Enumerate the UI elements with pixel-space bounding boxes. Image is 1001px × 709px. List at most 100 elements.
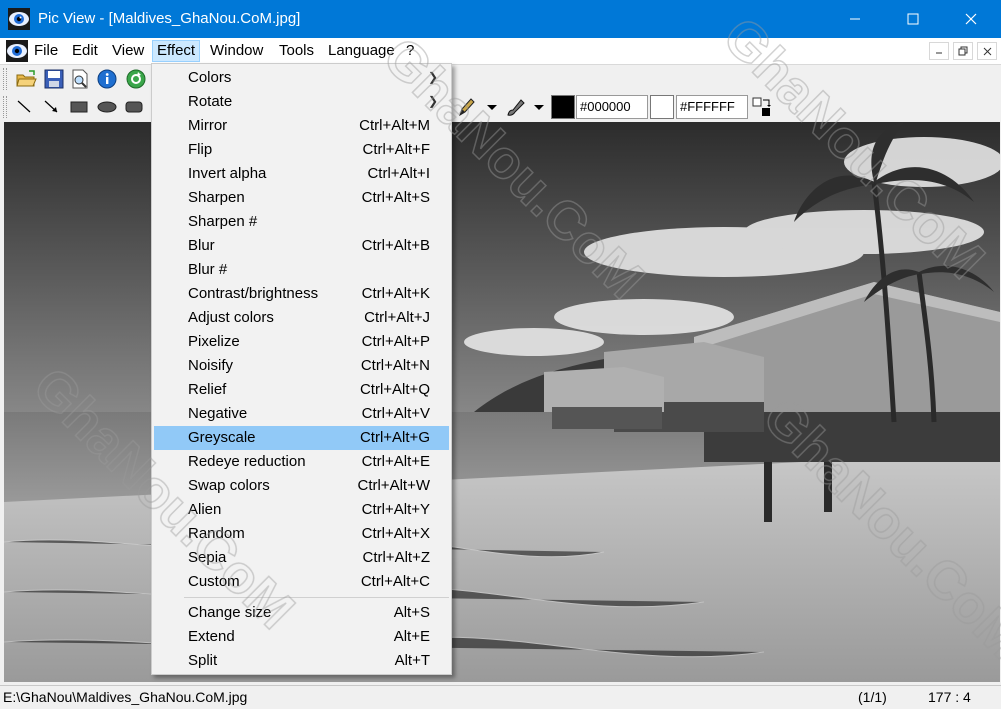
brush-tool-icon[interactable] bbox=[505, 96, 527, 118]
menu-item-pixelize[interactable]: Pixelize Ctrl+Alt+P bbox=[154, 330, 449, 354]
menu-edit[interactable]: Edit bbox=[68, 40, 102, 62]
menu-item-shortcut: Ctrl+Alt+C bbox=[360, 573, 430, 590]
menu-item-label: Mirror bbox=[188, 117, 228, 134]
close-button[interactable] bbox=[942, 0, 1000, 38]
toolbar-grip[interactable] bbox=[3, 68, 7, 90]
toolbar-grip[interactable] bbox=[3, 96, 7, 118]
menu-item-label: Redeye reduction bbox=[188, 453, 306, 470]
menu-item-label: Custom bbox=[188, 573, 240, 590]
status-bar: E:\GhaNou\Maldives_GhaNou.CoM.jpg (1/1) … bbox=[0, 685, 1001, 709]
menu-item-alien[interactable]: Alien Ctrl+Alt+Y bbox=[154, 498, 449, 522]
menu-item-change-size[interactable]: Change size Alt+S bbox=[154, 601, 449, 625]
pen-dropdown-chevron-icon[interactable] bbox=[481, 96, 503, 118]
menu-item-label: Rotate bbox=[188, 93, 233, 110]
background-color-swatch[interactable] bbox=[650, 95, 674, 119]
menu-item-sepia[interactable]: Sepia Ctrl+Alt+Z bbox=[154, 546, 449, 570]
menu-item-shortcut: Ctrl+Alt+G bbox=[359, 429, 430, 446]
minimize-icon bbox=[850, 18, 860, 20]
menu-item-shortcut: Ctrl+Alt+E bbox=[361, 453, 430, 470]
refresh-icon[interactable] bbox=[125, 68, 147, 90]
menu-item-extend[interactable]: Extend Alt+E bbox=[154, 625, 449, 649]
menu-item-negative[interactable]: Negative Ctrl+Alt+V bbox=[154, 402, 449, 426]
document-eye-icon[interactable] bbox=[6, 40, 28, 62]
menu-item-contrast-brightness[interactable]: Contrast/brightness Ctrl+Alt+K bbox=[154, 282, 449, 306]
foreground-color-swatch[interactable] bbox=[551, 95, 575, 119]
menu-item-redeye-reduction[interactable]: Redeye reduction Ctrl+Alt+E bbox=[154, 450, 449, 474]
menu-item-noisify[interactable]: Noisify Ctrl+Alt+N bbox=[154, 354, 449, 378]
ellipse-tool-icon[interactable] bbox=[96, 96, 118, 118]
status-file-path: E:\GhaNou\Maldives_GhaNou.CoM.jpg bbox=[3, 689, 248, 705]
maximize-icon bbox=[907, 13, 919, 25]
menu-item-label: Alien bbox=[188, 501, 222, 518]
minimize-button[interactable] bbox=[826, 0, 884, 38]
line-tool-icon[interactable] bbox=[14, 96, 36, 118]
info-icon[interactable] bbox=[96, 68, 118, 90]
menu-item-random[interactable]: Random Ctrl+Alt+X bbox=[154, 522, 449, 546]
menu-item-adjust-colors[interactable]: Adjust colors Ctrl+Alt+J bbox=[154, 306, 449, 330]
rounded-rect-tool-icon[interactable] bbox=[123, 96, 145, 118]
menu-item-label: Swap colors bbox=[188, 477, 270, 494]
menu-item-shortcut: Ctrl+Alt+Z bbox=[362, 549, 430, 566]
menu-separator bbox=[184, 597, 449, 598]
menu-item-label: Change size bbox=[188, 604, 272, 621]
menu-item-sharpen[interactable]: Sharpen Ctrl+Alt+S bbox=[154, 186, 449, 210]
close-icon bbox=[965, 13, 977, 25]
print-preview-icon[interactable] bbox=[69, 68, 91, 90]
background-color-field[interactable]: #FFFFFF bbox=[676, 95, 748, 119]
mdi-restore-button[interactable] bbox=[953, 42, 973, 60]
menu-item-label: Relief bbox=[188, 381, 227, 398]
menu-effect[interactable]: Effect bbox=[152, 40, 201, 62]
arrow-tool-icon[interactable] bbox=[41, 96, 63, 118]
menu-item-flip[interactable]: Flip Ctrl+Alt+F bbox=[154, 138, 449, 162]
menu-item-shortcut: Ctrl+Alt+B bbox=[361, 237, 430, 254]
menu-item-shortcut: Alt+S bbox=[393, 604, 430, 621]
mdi-close-button[interactable] bbox=[977, 42, 997, 60]
rectangle-tool-icon[interactable] bbox=[68, 96, 90, 118]
menu-item-label: Sepia bbox=[188, 549, 227, 566]
menu-item-relief[interactable]: Relief Ctrl+Alt+Q bbox=[154, 378, 449, 402]
menu-item-shortcut: Ctrl+Alt+X bbox=[361, 525, 430, 542]
submenu-arrow-icon: ❯ bbox=[427, 70, 438, 84]
menu-window[interactable]: Window bbox=[206, 40, 267, 62]
save-icon[interactable] bbox=[43, 68, 65, 90]
menu-item-label: Sharpen # bbox=[188, 213, 258, 230]
menu-item-label: Blur # bbox=[188, 261, 228, 278]
effect-menu-dropdown: Colors ❯ Rotate ❯ Mirror Ctrl+Alt+M Flip… bbox=[151, 63, 452, 675]
status-page-count: (1/1) bbox=[858, 689, 887, 705]
menu-item-custom[interactable]: Custom Ctrl+Alt+C bbox=[154, 570, 449, 594]
mdi-minimize-button[interactable] bbox=[929, 42, 949, 60]
menu-item-swap-colors[interactable]: Swap colors Ctrl+Alt+W bbox=[154, 474, 449, 498]
menu-bar: File Edit View Effect Window Tools Langu… bbox=[0, 38, 1001, 64]
menu-item-shortcut: Ctrl+Alt+F bbox=[362, 141, 430, 158]
menu-item-mirror[interactable]: Mirror Ctrl+Alt+M bbox=[154, 114, 449, 138]
menu-item-colors[interactable]: Colors ❯ bbox=[154, 66, 449, 90]
menu-item-sharpen-custom[interactable]: Sharpen # bbox=[154, 210, 449, 234]
foreground-color-field[interactable]: #000000 bbox=[576, 95, 648, 119]
maximize-button[interactable] bbox=[884, 0, 942, 38]
menu-file[interactable]: File bbox=[30, 40, 62, 62]
menu-item-rotate[interactable]: Rotate ❯ bbox=[154, 90, 449, 114]
menu-item-split[interactable]: Split Alt+T bbox=[154, 649, 449, 673]
menu-item-label: Colors bbox=[188, 69, 232, 86]
menu-item-blur-custom[interactable]: Blur # bbox=[154, 258, 449, 282]
menu-item-label: Greyscale bbox=[188, 429, 256, 446]
menu-language[interactable]: Language bbox=[324, 40, 399, 62]
title-bar: Pic View - [Maldives_GhaNou.CoM.jpg] bbox=[0, 0, 1001, 38]
menu-view[interactable]: View bbox=[108, 40, 148, 62]
menu-tools[interactable]: Tools bbox=[275, 40, 318, 62]
menu-item-shortcut: Ctrl+Alt+J bbox=[364, 309, 430, 326]
open-folder-icon[interactable] bbox=[15, 68, 37, 90]
pen-tool-icon[interactable] bbox=[455, 96, 477, 118]
menu-help[interactable]: ? bbox=[402, 40, 418, 62]
menu-item-shortcut: Ctrl+Alt+I bbox=[367, 165, 430, 182]
restore-icon bbox=[958, 46, 968, 56]
app-eye-icon bbox=[8, 8, 30, 30]
minimize-icon bbox=[936, 52, 942, 54]
menu-item-greyscale[interactable]: Greyscale Ctrl+Alt+G bbox=[154, 426, 449, 450]
swap-colors-icon[interactable] bbox=[751, 96, 773, 118]
menu-item-invert-alpha[interactable]: Invert alpha Ctrl+Alt+I bbox=[154, 162, 449, 186]
menu-item-shortcut: Ctrl+Alt+V bbox=[361, 405, 430, 422]
menu-item-shortcut: Ctrl+Alt+M bbox=[359, 117, 430, 134]
menu-item-blur[interactable]: Blur Ctrl+Alt+B bbox=[154, 234, 449, 258]
brush-dropdown-chevron-icon[interactable] bbox=[528, 96, 550, 118]
